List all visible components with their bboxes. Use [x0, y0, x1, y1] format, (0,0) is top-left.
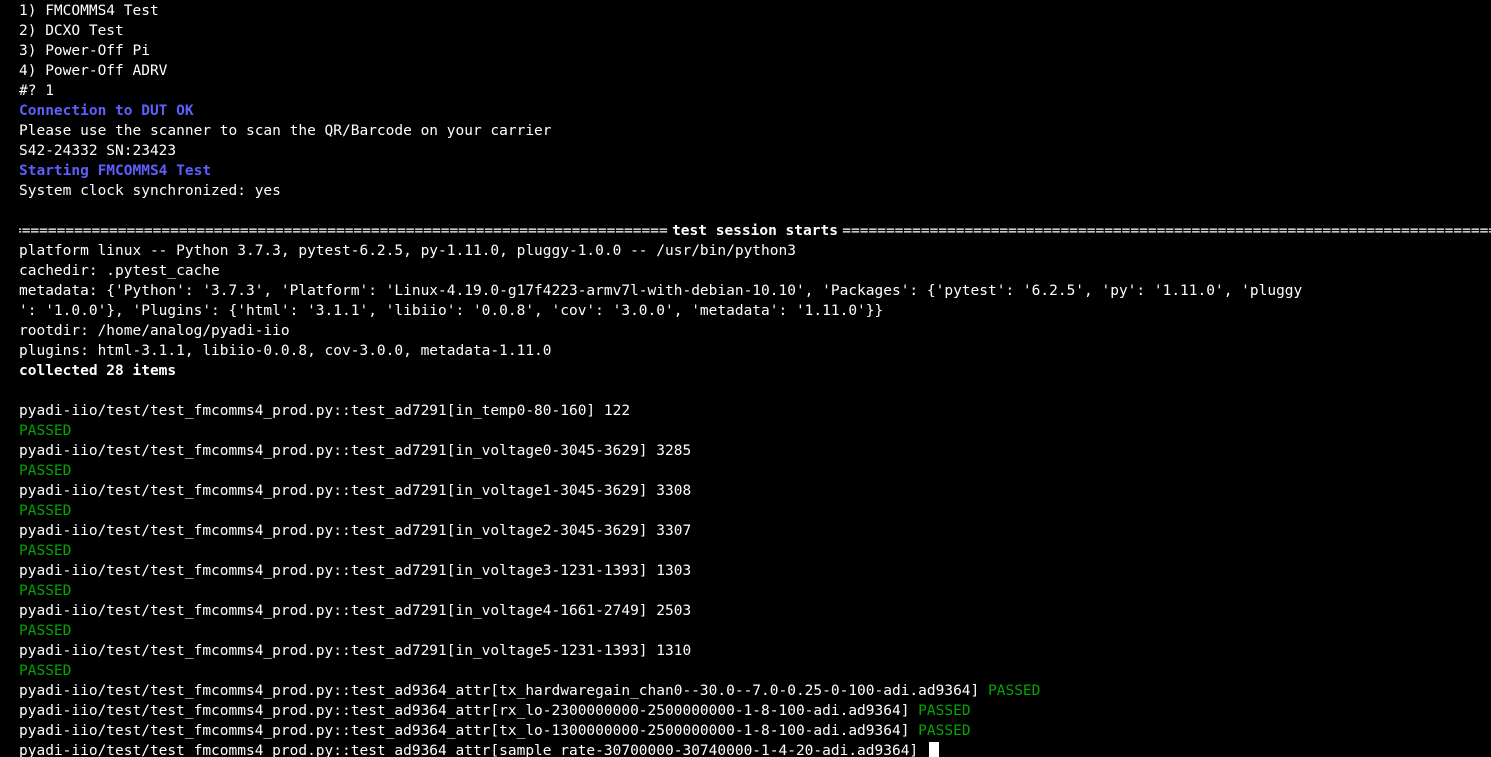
- metadata-info: metadata: {'Python': '3.7.3', 'Platform'…: [19, 283, 1303, 299]
- separator-left: ========================================…: [19, 223, 668, 239]
- test-line: pyadi-iio/test/test_fmcomms4_prod.py::te…: [19, 643, 692, 659]
- connection-status: Connection to DUT OK: [19, 103, 194, 119]
- rootdir-info: rootdir: /home/analog/pyadi-iio: [19, 323, 290, 339]
- inline-test-name: pyadi-iio/test/test_fmcomms4_prod.py::te…: [19, 683, 989, 699]
- test-status-passed: PASSED: [19, 543, 72, 559]
- test-status-passed: PASSED: [19, 503, 72, 519]
- terminal-cursor: [928, 742, 939, 757]
- current-test-name: pyadi-iio/test/test_fmcomms4_prod.py::te…: [19, 743, 927, 757]
- inline-test-name: pyadi-iio/test/test_fmcomms4_prod.py::te…: [19, 703, 919, 719]
- menu-item-fmcomms4: 1) FMCOMMS4 Test: [19, 3, 159, 19]
- plugins-info: plugins: html-3.1.1, libiio-0.0.8, cov-3…: [19, 343, 552, 359]
- menu-item-poweroff-pi: 3) Power-Off Pi: [19, 43, 150, 59]
- collected-count: collected 28 items: [19, 363, 177, 379]
- inline-test-status: PASSED: [988, 683, 1041, 699]
- separator-title: test session starts: [672, 223, 838, 239]
- inline-test-status: PASSED: [918, 703, 971, 719]
- current-test-line: pyadi-iio/test/test_fmcomms4_prod.py::te…: [19, 741, 1491, 757]
- session-separator: ========================================…: [19, 221, 1491, 241]
- test-status-passed: PASSED: [19, 423, 72, 439]
- test-status-passed: PASSED: [19, 663, 72, 679]
- terminal-window[interactable]: 1) FMCOMMS4 Test 2) DCXO Test 3) Power-O…: [0, 0, 1491, 757]
- menu-item-poweroff-adrv: 4) Power-Off ADRV: [19, 63, 168, 79]
- clock-status: System clock synchronized: yes: [19, 183, 281, 199]
- metadata-info-continued: ': '1.0.0'}, 'Plugins': {'html': '3.1.1'…: [19, 303, 884, 319]
- inline-test-status: PASSED: [918, 723, 971, 739]
- test-status-passed: PASSED: [19, 463, 72, 479]
- starting-test-message: Starting FMCOMMS4 Test: [19, 163, 212, 179]
- inline-test-line: pyadi-iio/test/test_fmcomms4_prod.py::te…: [19, 721, 1491, 741]
- platform-info: platform linux -- Python 3.7.3, pytest-6…: [19, 243, 796, 259]
- test-line: pyadi-iio/test/test_fmcomms4_prod.py::te…: [19, 523, 692, 539]
- serial-number: S42-24332 SN:23423: [19, 143, 177, 159]
- test-line: pyadi-iio/test/test_fmcomms4_prod.py::te…: [19, 403, 631, 419]
- separator-right: ========================================…: [842, 223, 1491, 239]
- menu-prompt: #? 1: [19, 83, 54, 99]
- inline-test-line: pyadi-iio/test/test_fmcomms4_prod.py::te…: [19, 681, 1491, 701]
- menu-item-dcxo: 2) DCXO Test: [19, 23, 124, 39]
- test-line: pyadi-iio/test/test_fmcomms4_prod.py::te…: [19, 483, 692, 499]
- scan-instruction: Please use the scanner to scan the QR/Ba…: [19, 123, 552, 139]
- inline-test-name: pyadi-iio/test/test_fmcomms4_prod.py::te…: [19, 723, 919, 739]
- test-line: pyadi-iio/test/test_fmcomms4_prod.py::te…: [19, 443, 692, 459]
- test-line: pyadi-iio/test/test_fmcomms4_prod.py::te…: [19, 563, 692, 579]
- inline-test-line: pyadi-iio/test/test_fmcomms4_prod.py::te…: [19, 701, 1491, 721]
- cachedir-info: cachedir: .pytest_cache: [19, 263, 220, 279]
- test-line: pyadi-iio/test/test_fmcomms4_prod.py::te…: [19, 603, 692, 619]
- test-status-passed: PASSED: [19, 623, 72, 639]
- test-status-passed: PASSED: [19, 583, 72, 599]
